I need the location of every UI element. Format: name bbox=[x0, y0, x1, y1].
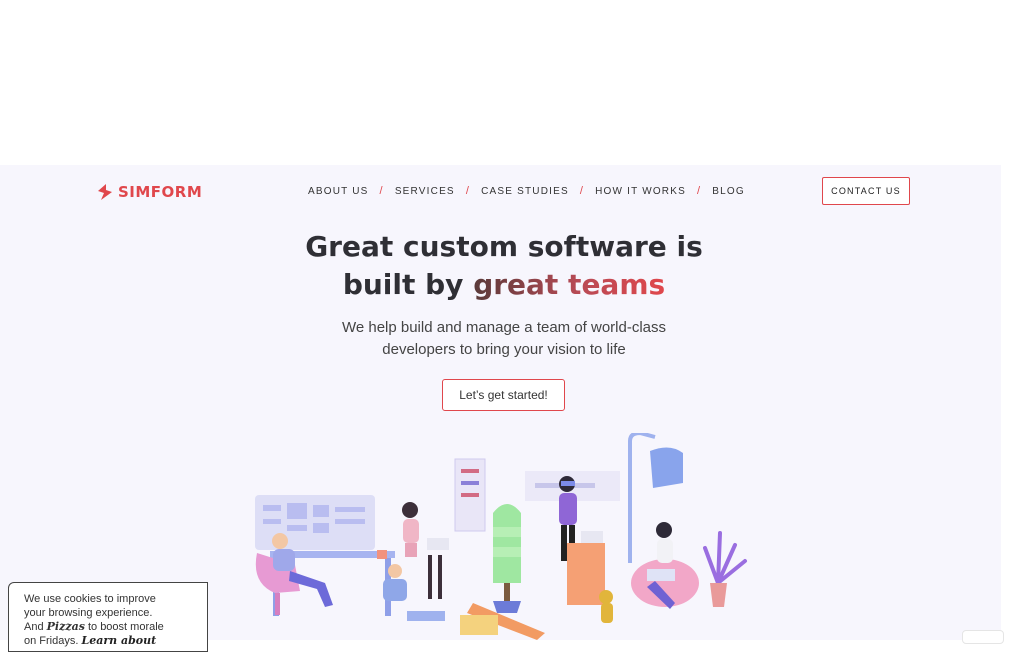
headline-accent: great teams bbox=[473, 268, 666, 301]
nav-about-us[interactable]: ABOUT US bbox=[308, 186, 369, 197]
simform-logo-icon bbox=[98, 184, 112, 200]
cookie-text-line-3-prefix: And bbox=[24, 621, 47, 633]
subtitle-line-1: We help build and manage a team of world… bbox=[341, 319, 667, 336]
get-started-button[interactable]: Let’s get started! bbox=[442, 379, 565, 411]
team-illustration bbox=[255, 433, 747, 640]
cookie-text-line-2: your browsing experience. bbox=[24, 607, 153, 619]
blank-top-area bbox=[0, 0, 1024, 165]
nav-separator: / bbox=[465, 185, 471, 197]
nav-separator: / bbox=[379, 185, 384, 197]
scroll-gutter bbox=[1001, 165, 1024, 640]
cookie-text-line-1: We use cookies to improve bbox=[24, 593, 156, 605]
main-nav: ABOUT US / SERVICES / CASE STUDIES / HOW… bbox=[308, 185, 745, 197]
nav-separator: / bbox=[579, 185, 585, 197]
nav-case-studies[interactable]: CASE STUDIES bbox=[481, 186, 569, 197]
brand-logo[interactable]: SIMFORM bbox=[96, 183, 202, 201]
brand-name: SIMFORM bbox=[118, 183, 203, 201]
contact-us-button[interactable]: CONTACT US bbox=[822, 177, 910, 205]
hero-headline: Great custom software is built by great … bbox=[0, 228, 1001, 304]
cookie-learn-about-link[interactable]: Learn about bbox=[81, 634, 156, 647]
cookie-text-pizzas: Pizzas bbox=[46, 620, 85, 633]
subtitle-line-2: developers to bring your vision to life bbox=[382, 341, 626, 358]
hero-subtitle: We help build and manage a team of world… bbox=[0, 317, 1001, 361]
nav-services[interactable]: SERVICES bbox=[395, 186, 455, 197]
nav-blog[interactable]: BLOG bbox=[712, 186, 745, 197]
cookie-text-line-3-suffix: to boost morale bbox=[84, 621, 164, 633]
nav-how-it-works[interactable]: HOW IT WORKS bbox=[595, 186, 686, 197]
floating-widget[interactable] bbox=[962, 630, 1004, 644]
cookie-text-line-4-prefix: on Fridays. bbox=[24, 635, 82, 647]
headline-line-2-plain: built by bbox=[342, 268, 474, 301]
headline-line-1: Great custom software is bbox=[305, 230, 703, 263]
nav-separator: / bbox=[696, 185, 702, 197]
hero-section: SIMFORM ABOUT US / SERVICES / CASE STUDI… bbox=[0, 165, 1001, 640]
cookie-notice: We use cookies to improve your browsing … bbox=[8, 582, 208, 652]
